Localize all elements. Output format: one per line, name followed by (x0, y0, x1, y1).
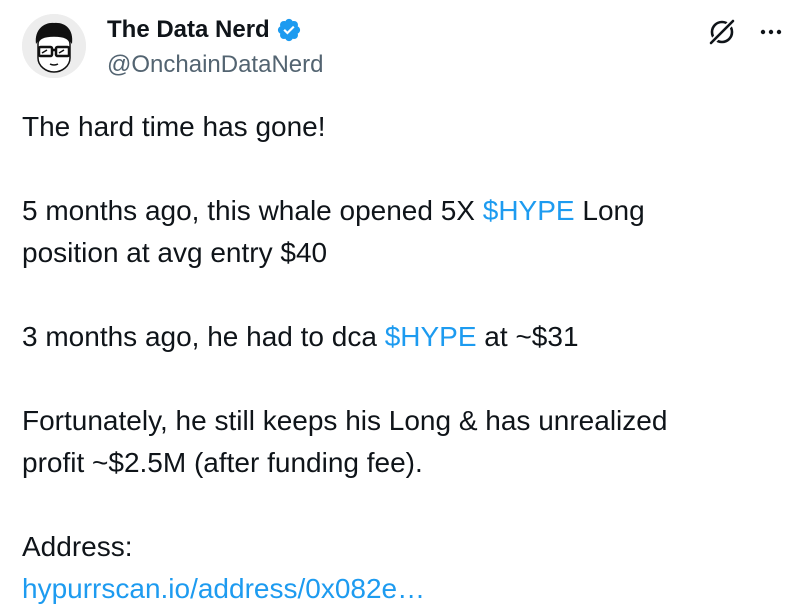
author-handle[interactable]: @OnchainDataNerd (107, 50, 323, 80)
post-text-segment: Long (574, 195, 645, 226)
post-text-segment: 3 months ago, he had to dca (22, 321, 385, 352)
avatar-nerd-illustration (22, 14, 86, 78)
post-line: position at avg entry $40 (22, 237, 328, 268)
cashtag-link[interactable]: $HYPE (385, 321, 477, 352)
post-line: 3 months ago, he had to dca $HYPE at ~$3… (22, 316, 782, 358)
post-text-segment: at ~$31 (476, 321, 579, 352)
grok-icon[interactable] (706, 16, 738, 48)
post-text-segment: 5 months ago, this whale opened 5X (22, 195, 483, 226)
cashtag-link[interactable]: $HYPE (483, 195, 575, 226)
tweet-card: The Data Nerd @OnchainDataNerd The hard … (0, 0, 808, 612)
post-line: Fortunately, he still keeps his Long & h… (22, 405, 668, 436)
post-line: hypurrscan.io/address/0x082e… (22, 568, 782, 610)
post-line: Address: (22, 531, 133, 562)
more-options-icon[interactable] (756, 17, 786, 47)
post-line: 5 months ago, this whale opened 5X $HYPE… (22, 190, 782, 232)
post-line: profit ~$2.5M (after funding fee). (22, 447, 423, 478)
author-display-name[interactable]: The Data Nerd (107, 15, 270, 45)
address-link[interactable]: hypurrscan.io/address/0x082e… (22, 573, 425, 604)
post-text: The hard time has gone! 5 months ago, th… (22, 106, 782, 610)
post-line: The hard time has gone! (22, 111, 326, 142)
author-name-row: The Data Nerd (107, 15, 302, 45)
avatar[interactable] (22, 14, 86, 78)
verified-badge-icon (277, 18, 300, 42)
